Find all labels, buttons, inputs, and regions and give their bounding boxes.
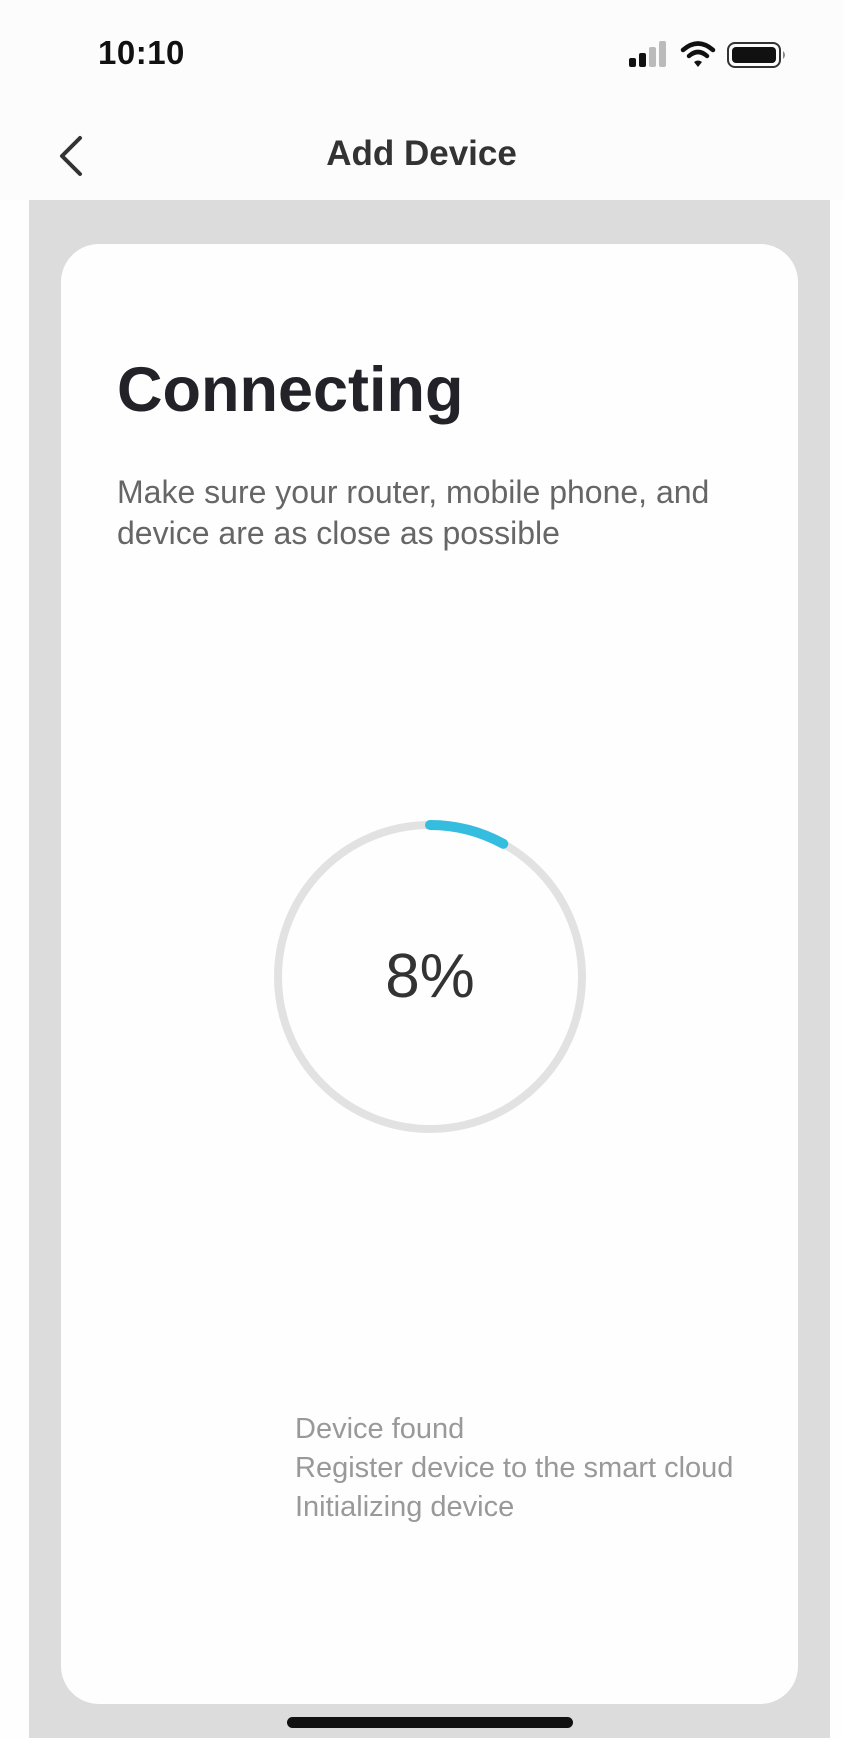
step-item: Device found [295, 1413, 465, 1445]
page-title: Add Device [326, 134, 517, 173]
connecting-heading: Connecting [117, 355, 464, 425]
battery-icon [727, 42, 785, 68]
progress-steps: Device found Register device to the smar… [295, 1410, 733, 1527]
nav-bar: Add Device [0, 110, 843, 200]
connecting-instructions: Make sure your router, mobile phone, and… [117, 474, 710, 551]
signal-icon [629, 41, 666, 67]
status-icons [629, 40, 789, 70]
step-item: Register device to the smart cloud [295, 1452, 734, 1484]
status-icons-svg [629, 41, 785, 68]
step-item: Initializing device [295, 1491, 515, 1523]
connecting-card: Connecting Make sure your router, mobile… [61, 244, 798, 1704]
wifi-icon [680, 41, 716, 67]
status-time: 10:10 [98, 34, 185, 71]
progress-percent: 8% [385, 942, 475, 1011]
status-bar: 10:10 [0, 0, 843, 110]
home-indicator [287, 1717, 573, 1728]
